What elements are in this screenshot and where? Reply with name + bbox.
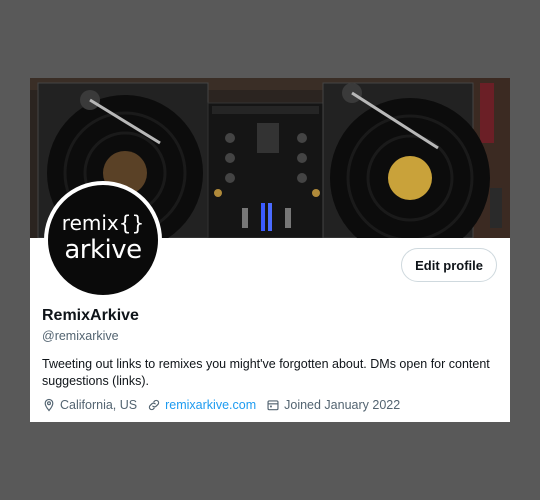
edit-profile-button[interactable]: Edit profile	[401, 248, 497, 282]
link-icon	[149, 399, 160, 411]
joined-item: Joined January 2022	[266, 398, 400, 412]
location-item: California, US	[42, 398, 137, 412]
calendar-icon	[267, 400, 279, 411]
location-pin-icon	[44, 398, 54, 412]
website-item: remixarkive.com	[147, 398, 256, 412]
username-handle: @remixarkive	[42, 329, 119, 343]
avatar-logo-line1: remix{}	[61, 211, 145, 235]
profile-bio: Tweeting out links to remixes you might'…	[42, 357, 490, 388]
profile-card: remix{} arkive Edit profile RemixArkive …	[30, 78, 510, 422]
avatar-logo-line2: arkive	[64, 235, 142, 265]
profile-meta: California, US remixarkive.com Joined Ja…	[42, 398, 410, 412]
avatar[interactable]: remix{} arkive	[44, 181, 162, 299]
location-text: California, US	[60, 398, 138, 412]
website-link[interactable]: remixarkive.com	[165, 398, 256, 412]
joined-date: Joined January 2022	[284, 398, 401, 412]
display-name: RemixArkive	[42, 307, 139, 324]
